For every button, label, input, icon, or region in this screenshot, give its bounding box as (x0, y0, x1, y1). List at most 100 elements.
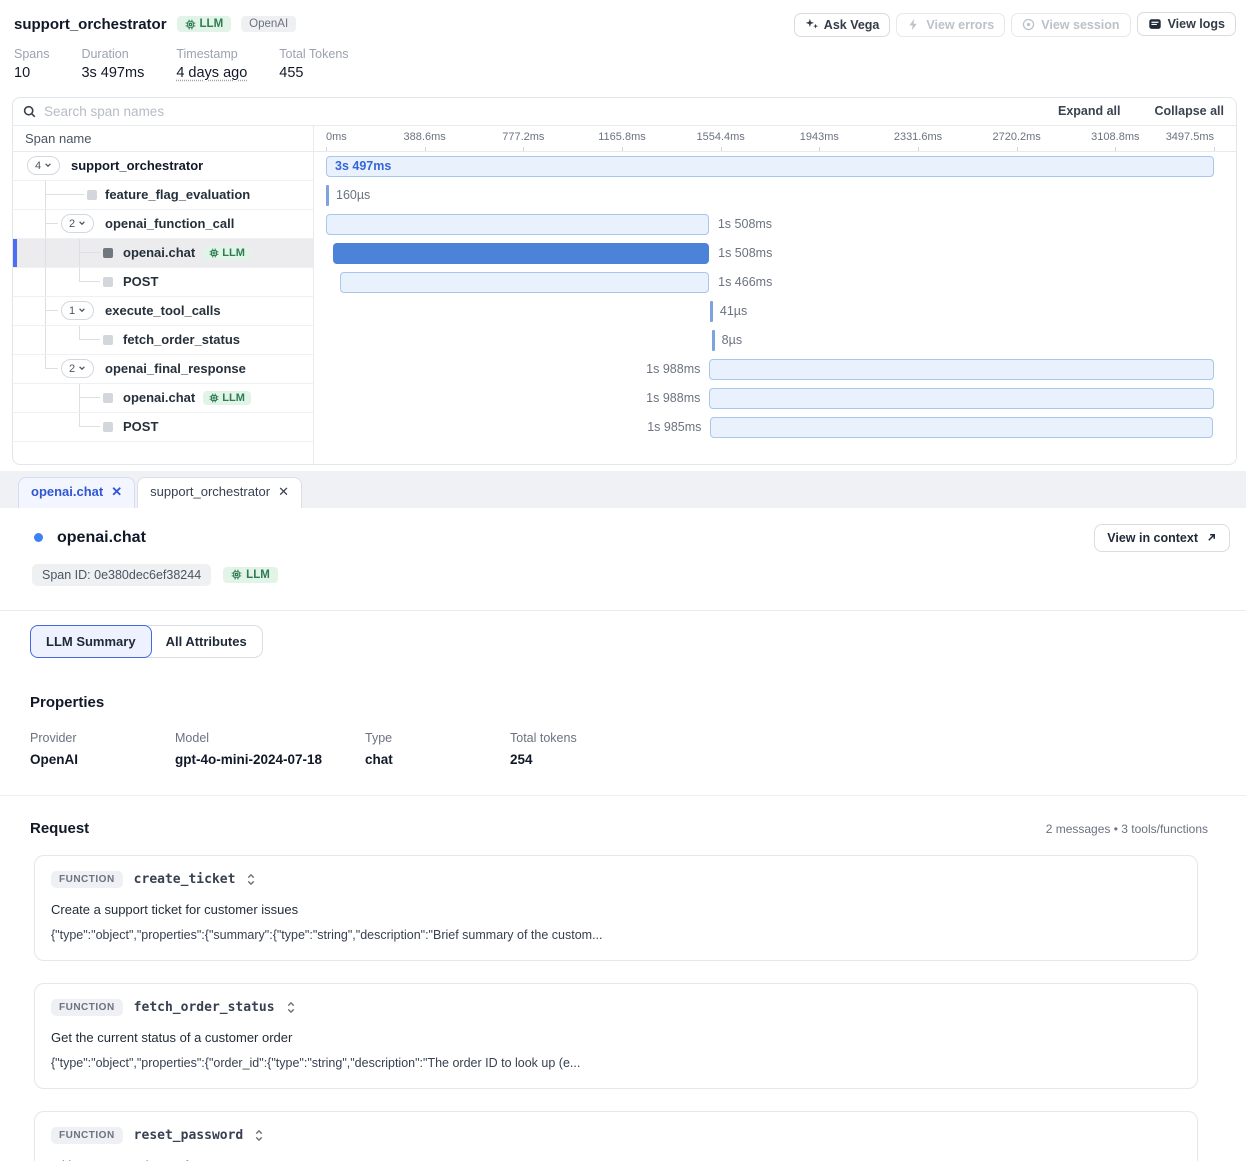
span-leaf-icon (103, 335, 113, 345)
close-icon[interactable]: ✕ (278, 484, 289, 500)
span-row[interactable]: 4support_orchestrator 3s 497ms (13, 152, 1236, 181)
timeline-track: 1s 508ms (326, 239, 1214, 268)
tree-elbow-line (79, 239, 100, 253)
span-timeline-cell: 1s 508ms (314, 210, 1236, 239)
span-collapse-toggle[interactable]: 4 (27, 156, 60, 175)
stat-total-tokens: Total Tokens455 (279, 47, 348, 81)
duration-bar[interactable] (710, 417, 1213, 438)
expand-collapse-icon[interactable] (254, 1129, 264, 1142)
expand-collapse-icon[interactable] (286, 1001, 296, 1014)
child-count: 1 (69, 305, 75, 317)
request-heading: Request (30, 820, 89, 837)
span-tree-cell[interactable]: 2openai_function_call (13, 210, 314, 239)
chevron-down-icon (44, 160, 52, 172)
tab-all-attributes[interactable]: All Attributes (151, 626, 262, 657)
timeline-track: 8µs (326, 326, 1214, 355)
action-button-view-logs[interactable]: View logs (1137, 12, 1236, 36)
action-button-view-session[interactable]: View session (1011, 13, 1130, 37)
stat-value: 10 (14, 65, 49, 81)
property-label: Total tokens (510, 731, 1246, 745)
span-tree-cell[interactable]: 2openai_final_response (13, 355, 314, 384)
timeline-track: 41µs (326, 297, 1214, 326)
expand-all-button[interactable]: Expand all (1058, 104, 1121, 118)
axis-tick-mark (622, 147, 623, 151)
axis-tick-label: 2331.6ms (894, 131, 942, 143)
span-tree-cell[interactable]: POST (13, 268, 314, 297)
span-name: openai.chat (123, 390, 195, 405)
action-label: View logs (1168, 17, 1225, 31)
action-button-view-errors[interactable]: View errors (896, 13, 1005, 37)
axis-tick-mark (425, 147, 426, 151)
child-count: 2 (69, 218, 75, 230)
function-tag: FUNCTION (51, 871, 123, 888)
axis-tick-mark (819, 147, 820, 151)
chip-icon (209, 248, 219, 258)
tab-llm-summary[interactable]: LLM Summary (30, 625, 152, 658)
span-row[interactable]: 1execute_tool_calls 41µs (13, 297, 1236, 326)
axis-tick-label: 3108.8ms (1091, 131, 1139, 143)
span-row[interactable]: feature_flag_evaluation160µs (13, 181, 1236, 210)
span-row[interactable]: 2openai_function_call1s 508ms (13, 210, 1236, 239)
collapse-all-button[interactable]: Collapse all (1155, 104, 1224, 118)
span-tree-cell[interactable]: feature_flag_evaluation (13, 181, 314, 210)
play-circle-icon (1022, 18, 1035, 31)
expand-collapse-icon[interactable] (246, 873, 256, 886)
duration-bar[interactable] (712, 330, 715, 351)
duration-bar[interactable] (710, 301, 713, 322)
timeline-axis: 0ms388.6ms777.2ms1165.8ms1554.4ms1943ms2… (314, 126, 1236, 151)
axis-tick-label: 1554.4ms (697, 131, 745, 143)
view-in-context-button[interactable]: View in context (1094, 524, 1230, 552)
close-icon[interactable]: ✕ (111, 484, 122, 500)
span-tree-cell[interactable]: fetch_order_status (13, 326, 314, 355)
span-tree-cell[interactable]: 4support_orchestrator (13, 152, 314, 181)
span-row[interactable]: POST 1s 466ms (13, 268, 1236, 297)
search-input[interactable]: Search span names (44, 104, 1024, 119)
tree-elbow-line (45, 355, 58, 369)
span-timeline-cell: 1s 508ms (314, 239, 1236, 268)
stat-value[interactable]: 4 days ago (176, 65, 247, 81)
span-tree-cell[interactable]: openai.chatLLM (13, 239, 314, 268)
span-row[interactable]: 2openai_final_response1s 988ms (13, 355, 1236, 384)
duration-label: 3s 497ms (335, 159, 391, 173)
axis-tick-mark (1214, 147, 1215, 151)
duration-bar[interactable] (326, 156, 1214, 177)
property-label: Provider (30, 731, 175, 745)
stat-timestamp: Timestamp4 days ago (176, 47, 247, 81)
function-description: Create a support ticket for customer iss… (51, 902, 1181, 917)
axis-tick-mark (523, 147, 524, 151)
span-tree-cell[interactable]: openai.chatLLM (13, 384, 314, 413)
function-name: reset_password (134, 1128, 244, 1143)
duration-bar[interactable] (326, 214, 709, 235)
span-row[interactable]: fetch_order_status 8µs (13, 326, 1236, 355)
span-row[interactable]: openai.chatLLM 1s 508ms (13, 239, 1236, 268)
duration-bar[interactable] (709, 359, 1214, 380)
span-row[interactable]: openai.chatLLM 1s 988ms (13, 384, 1236, 413)
property-model: Modelgpt-4o-mini-2024-07-18 (175, 731, 365, 767)
chevron-down-icon (78, 218, 86, 230)
duration-bar[interactable] (333, 243, 709, 264)
duration-bar[interactable] (340, 272, 709, 293)
span-collapse-toggle[interactable]: 1 (61, 301, 94, 320)
child-count: 4 (35, 160, 41, 172)
duration-bar[interactable] (709, 388, 1214, 409)
duration-label: 1s 988ms (646, 391, 709, 405)
axis-tick-mark (1115, 147, 1116, 151)
chevron-down-icon (78, 363, 86, 375)
duration-bar[interactable] (326, 185, 329, 206)
axis-tick-label: 1165.8ms (598, 131, 646, 143)
detail-tab-openai.chat[interactable]: openai.chat✕ (18, 477, 135, 508)
span-collapse-toggle[interactable]: 2 (61, 359, 94, 378)
duration-label: 1s 466ms (718, 275, 772, 289)
span-name-wrap: openai.chatLLM (123, 245, 251, 260)
span-tree-cell[interactable]: POST (13, 413, 314, 442)
span-collapse-toggle[interactable]: 2 (61, 214, 94, 233)
span-row[interactable]: POST1s 985ms (13, 413, 1236, 442)
span-tree-cell[interactable]: 1execute_tool_calls (13, 297, 314, 326)
span-leaf-icon (103, 393, 113, 403)
action-label: View session (1041, 18, 1119, 32)
detail-tab-support_orchestrator[interactable]: support_orchestrator✕ (137, 477, 302, 508)
timeline-track: 1s 466ms (326, 268, 1214, 297)
action-button-ask-vega[interactable]: Ask Vega (794, 13, 891, 37)
trace-stats: Spans10Duration3s 497msTimestamp4 days a… (0, 39, 1246, 81)
property-value: gpt-4o-mini-2024-07-18 (175, 752, 365, 767)
